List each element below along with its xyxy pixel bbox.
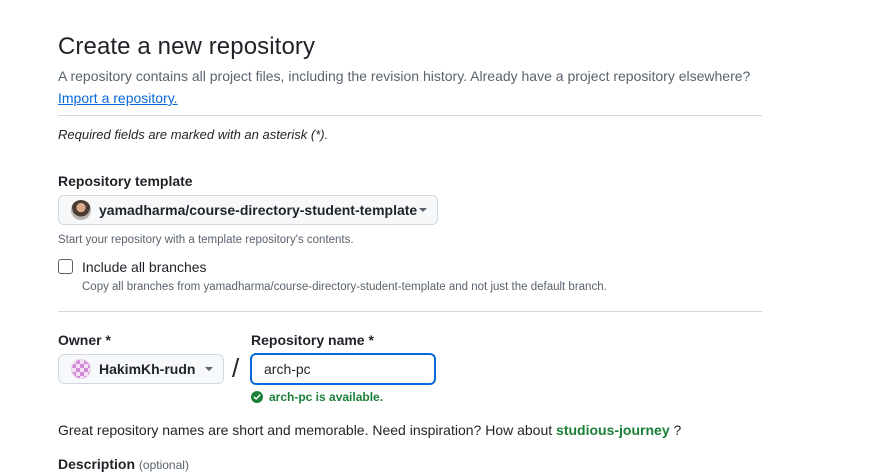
include-branches-checkbox[interactable] [58, 259, 73, 274]
description-label-text: Description [58, 456, 136, 472]
suggested-name-link[interactable]: studious-journey [556, 422, 670, 438]
caret-down-icon [419, 208, 427, 212]
required-fields-note: Required fields are marked with an aster… [58, 127, 329, 142]
template-select-value: yamadharma/course-directory-student-temp… [99, 202, 418, 218]
repo-name-input[interactable] [250, 353, 436, 385]
owner-repo-separator: / [232, 353, 240, 383]
owner-label: Owner * [58, 332, 111, 348]
owner-select-button[interactable]: HakimKh-rudn [58, 354, 224, 384]
availability-status: arch-pc is available. [251, 390, 383, 404]
import-repository-link[interactable]: Import a repository. [58, 90, 178, 106]
repo-name-label: Repository name * [251, 332, 374, 348]
optional-tag: (optional) [138, 458, 189, 472]
template-select-button[interactable]: yamadharma/course-directory-student-temp… [58, 195, 438, 225]
inspiration-suffix: ? [669, 422, 682, 438]
page-title: Create a new repository [58, 33, 316, 60]
divider [58, 311, 762, 312]
template-owner-avatar [71, 200, 91, 220]
template-label: Repository template [58, 173, 193, 189]
check-circle-icon [251, 391, 263, 403]
inspiration-text: Great repository names are short and mem… [58, 422, 681, 438]
divider [58, 115, 762, 116]
description-label: Description (optional) [58, 456, 189, 472]
owner-select-value: HakimKh-rudn [99, 361, 196, 377]
inspiration-lead: Great repository names are short and mem… [58, 422, 557, 438]
include-branches-hint: Copy all branches from yamadharma/course… [82, 281, 607, 293]
owner-identicon-avatar [71, 359, 91, 379]
availability-text: arch-pc is available. [269, 390, 384, 404]
page-subtitle: A repository contains all project files,… [58, 68, 751, 84]
include-branches-label[interactable]: Include all branches [82, 259, 207, 275]
template-hint: Start your repository with a template re… [58, 234, 354, 246]
caret-down-icon [205, 367, 213, 371]
